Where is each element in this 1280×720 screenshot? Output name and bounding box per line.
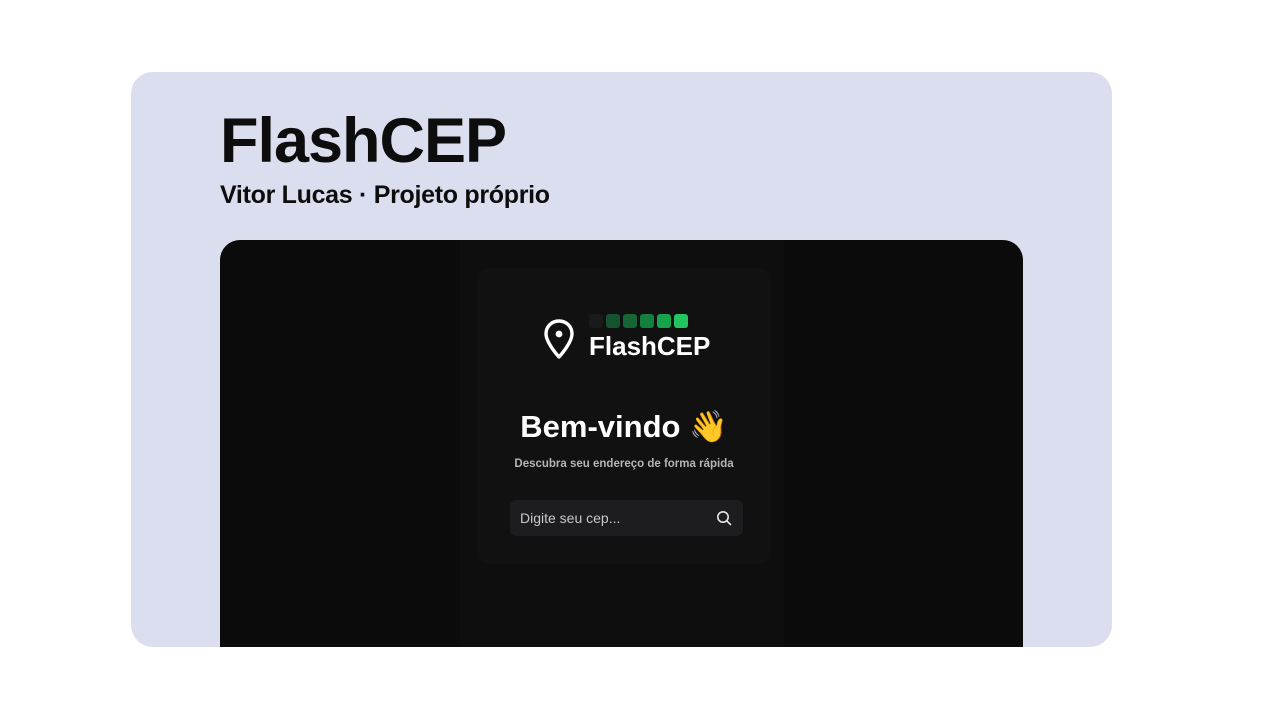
- app-preview: FlashCEP Bem-vindo 👋 Descubra seu endere…: [220, 240, 1023, 647]
- logo-bar: [606, 314, 620, 328]
- logo-bars: [589, 314, 688, 328]
- waving-hand-icon: 👋: [689, 409, 728, 445]
- project-card: FlashCEP Vitor Lucas · Projeto próprio F…: [131, 72, 1112, 647]
- app-logo-text: FlashCEP: [589, 331, 711, 361]
- logo-bar: [674, 314, 688, 328]
- map-pin-icon: [544, 319, 574, 359]
- app-logo: FlashCEP: [542, 314, 722, 364]
- search-icon[interactable]: [716, 510, 732, 526]
- project-title: FlashCEP: [220, 106, 507, 176]
- logo-bar: [640, 314, 654, 328]
- logo-bar: [589, 314, 603, 328]
- logo-bar: [623, 314, 637, 328]
- search-bar: [510, 500, 743, 536]
- logo-bar: [657, 314, 671, 328]
- cep-input[interactable]: [510, 500, 700, 536]
- tagline: Descubra seu endereço de forma rápida: [514, 458, 734, 470]
- welcome-heading: Bem-vindo 👋: [478, 408, 770, 446]
- welcome-text: Bem-vindo: [520, 409, 681, 444]
- project-subtitle: Vitor Lucas · Projeto próprio: [220, 181, 550, 209]
